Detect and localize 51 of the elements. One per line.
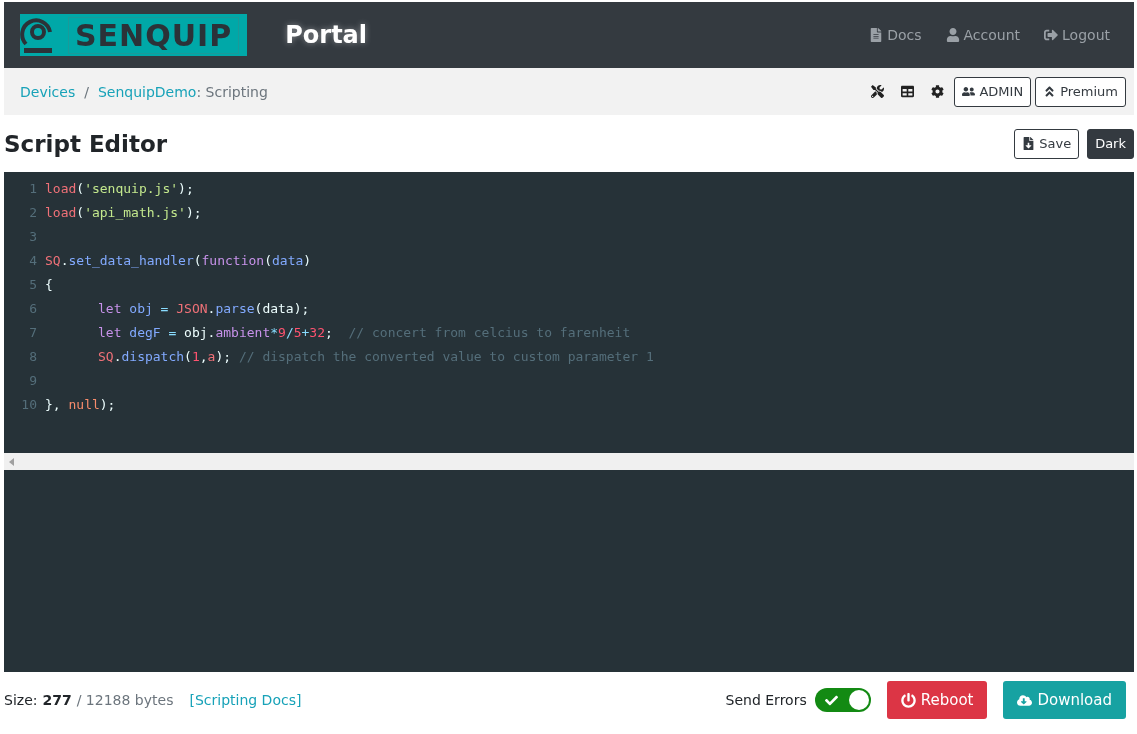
breadcrumb-current: : Scripting bbox=[196, 83, 268, 100]
line-number: 6 bbox=[28, 300, 38, 316]
admin-button[interactable]: ADMIN bbox=[954, 76, 1032, 107]
reboot-button[interactable]: Reboot bbox=[886, 681, 988, 719]
size-label: Size: bbox=[4, 692, 38, 708]
double-chevron-icon bbox=[1043, 85, 1057, 98]
scroll-left-icon[interactable] bbox=[9, 457, 14, 466]
line-number: 5 bbox=[28, 276, 38, 292]
portal-title: Portal bbox=[285, 21, 368, 49]
line-number: 8 bbox=[28, 348, 38, 364]
line-number: 2 bbox=[28, 204, 38, 220]
download-button[interactable]: Download bbox=[1003, 681, 1126, 719]
code-line: let degF = obj.ambient*9/5+32; // concert from celcius to farenheit bbox=[97, 324, 631, 340]
code-line: }, null); bbox=[45, 396, 116, 412]
line-number: 4 bbox=[28, 252, 38, 268]
code-line: load('senquip.js'); bbox=[45, 180, 194, 196]
breadcrumb-link[interactable]: Devices bbox=[20, 83, 76, 100]
send-errors-toggle[interactable] bbox=[814, 688, 871, 712]
nav-link[interactable]: Logout bbox=[1044, 27, 1110, 43]
line-number: 7 bbox=[28, 324, 38, 340]
check-icon bbox=[824, 693, 838, 707]
scripting-docs-link[interactable]: [Scripting Docs] bbox=[189, 692, 302, 708]
users-icon bbox=[962, 85, 976, 98]
power-icon bbox=[900, 692, 916, 708]
send-errors-label: Send Errors bbox=[725, 692, 807, 708]
code-line: SQ.set_data_handler(function(data) bbox=[45, 252, 312, 268]
line-number: 1 bbox=[28, 180, 38, 196]
nav-link[interactable]: Account bbox=[945, 27, 1021, 43]
logo-text: SENQUIP bbox=[68, 16, 240, 54]
dark-mode-button[interactable]: Dark bbox=[1087, 128, 1134, 159]
code-line: { bbox=[45, 276, 53, 292]
breadcrumb-link[interactable]: SenquipDemo bbox=[97, 83, 197, 100]
file-download-icon bbox=[1022, 137, 1036, 150]
document-icon bbox=[869, 28, 884, 42]
code-line: load('api_math.js'); bbox=[45, 204, 202, 220]
cloud-download-icon bbox=[1017, 692, 1033, 708]
page-title: Script Editor bbox=[4, 130, 168, 157]
breadcrumb-separator: / bbox=[84, 83, 89, 100]
user-icon bbox=[945, 28, 960, 42]
line-number: 9 bbox=[28, 372, 38, 388]
code-line: let obj = JSON.parse(data); bbox=[97, 300, 310, 316]
line-number: 10 bbox=[20, 396, 38, 412]
sign-out-icon bbox=[1044, 28, 1059, 42]
size-total: / 12188 bytes bbox=[76, 692, 174, 708]
code-line: SQ.dispatch(1,a); // dispatch the converted value to custom parameter 1 bbox=[97, 348, 654, 364]
horizontal-scrollbar[interactable] bbox=[4, 453, 1134, 470]
nav-link[interactable]: Docs bbox=[869, 27, 922, 43]
line-number: 3 bbox=[28, 228, 38, 244]
size-value: 277 bbox=[42, 692, 72, 708]
premium-button[interactable]: Premium bbox=[1035, 76, 1126, 107]
save-button[interactable]: Save bbox=[1014, 128, 1080, 159]
